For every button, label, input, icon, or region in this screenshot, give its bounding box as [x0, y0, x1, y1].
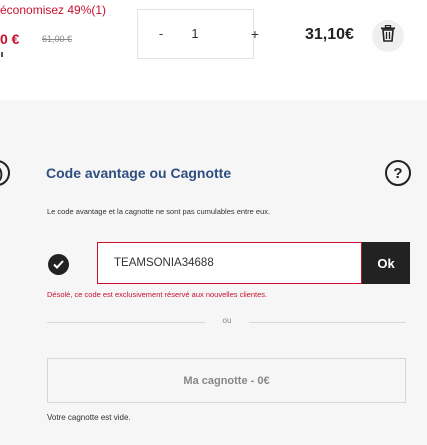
- quantity-value: 1: [191, 26, 199, 41]
- cagnotte-empty-message: Votre cagnotte est vide.: [47, 413, 131, 422]
- increase-quantity-button[interactable]: +: [245, 26, 265, 42]
- or-separator: ou: [222, 316, 232, 325]
- promo-note: Le code avantage et la cagnotte ne sont …: [47, 207, 271, 216]
- divider-left: [47, 322, 205, 323]
- promo-title: Code avantage ou Cagnotte: [46, 165, 232, 181]
- help-glyph: ?): [0, 165, 3, 181]
- delete-item-button[interactable]: [372, 20, 404, 52]
- line-total: 31,10€: [305, 26, 354, 43]
- current-price: 0 €: [0, 31, 20, 47]
- quantity-stepper: - 1 +: [137, 9, 259, 59]
- cagnotte-button[interactable]: Ma cagnotte - 0€: [47, 358, 406, 403]
- old-price: 61,00 €: [42, 34, 73, 44]
- check-circle-icon: [48, 254, 69, 275]
- promo-error-message: Désolé, ce code est exclusivement réserv…: [47, 290, 268, 299]
- help-icon[interactable]: ?: [385, 160, 411, 186]
- divider-mark: [1, 52, 3, 57]
- apply-code-button[interactable]: Ok: [362, 242, 410, 284]
- promo-code-input[interactable]: [97, 242, 362, 284]
- savings-text: économisez 49%(1): [0, 3, 107, 17]
- decrease-quantity-button[interactable]: -: [151, 26, 171, 41]
- divider-right: [249, 322, 406, 323]
- trash-icon: [380, 24, 396, 47]
